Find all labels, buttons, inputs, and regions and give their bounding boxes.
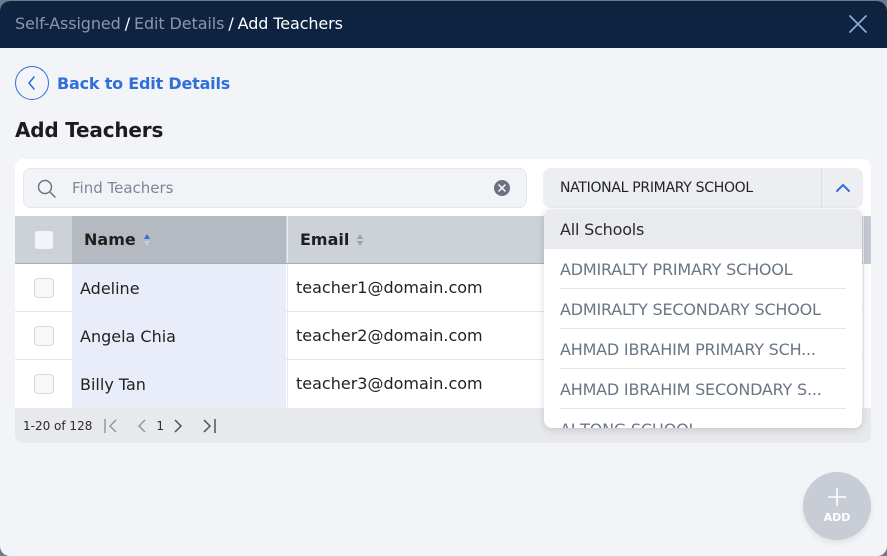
table-scrollbar[interactable] [863, 216, 871, 408]
dropdown-option[interactable]: ADMIRALTY PRIMARY SCHOOL [544, 249, 862, 289]
pagination-range: 1-20 of 128 [23, 418, 93, 433]
dropdown-option[interactable]: ADMIRALTY SECONDARY SCHOOL [544, 289, 862, 329]
select-all-checkbox[interactable] [34, 230, 53, 249]
search-input[interactable] [72, 169, 482, 207]
breadcrumb-separator: / [124, 14, 130, 33]
back-link-label[interactable]: Back to Edit Details [57, 74, 230, 93]
last-page-icon [203, 418, 216, 433]
dropdown-option[interactable]: AHMAD IBRAHIM PRIMARY SCH... [544, 329, 862, 369]
breadcrumb-edit-details[interactable]: Edit Details [134, 14, 224, 33]
chevron-left-icon [28, 76, 35, 90]
column-header-name[interactable]: Name [72, 216, 286, 263]
close-button[interactable] [847, 13, 869, 35]
previous-page-button[interactable] [136, 417, 148, 435]
header-checkbox-cell [15, 216, 72, 263]
column-header-email-label: Email [300, 230, 350, 249]
modal-header: Self-Assigned / Edit Details / Add Teachers [0, 1, 887, 48]
table-scrollbar-thumb[interactable] [864, 216, 871, 264]
plus-icon [828, 488, 846, 506]
row-checkbox-cell [15, 264, 72, 311]
row-checkbox-cell [15, 360, 72, 407]
back-button-circle[interactable] [15, 66, 49, 100]
cell-name: Adeline [72, 264, 286, 312]
column-header-name-label: Name [84, 230, 136, 249]
close-icon [849, 15, 867, 33]
dropdown-option-label: AHMAD IBRAHIM PRIMARY SCH... [560, 339, 816, 359]
page-title: Add Teachers [15, 118, 164, 142]
last-page-button[interactable] [200, 417, 218, 435]
next-page-button[interactable] [172, 417, 184, 435]
cell-name: Angela Chia [72, 312, 286, 360]
school-select-input[interactable] [560, 168, 815, 208]
back-to-edit-details-link[interactable]: Back to Edit Details [15, 66, 230, 100]
sort-icon [357, 233, 365, 247]
dropdown-option-all-schools[interactable]: All Schools [544, 209, 862, 249]
search-box [23, 168, 527, 208]
current-page-number: 1 [156, 418, 164, 433]
first-page-icon [104, 418, 117, 433]
sort-ascending-icon [143, 233, 152, 247]
school-select[interactable] [543, 168, 863, 208]
dropdown-option-label: ADMIRALTY SECONDARY SCHOOL [560, 299, 821, 319]
dropdown-option-label: ADMIRALTY PRIMARY SCHOOL [560, 259, 793, 279]
chevron-up-icon [835, 184, 850, 192]
add-button[interactable]: ADD [803, 472, 871, 540]
clear-circle-icon[interactable] [494, 180, 510, 196]
search-icon [37, 179, 56, 198]
breadcrumb-separator: / [228, 14, 234, 33]
add-button-label: ADD [823, 511, 851, 524]
dropdown-option-label: AHMAD IBRAHIM SECONDARY S... [560, 379, 822, 399]
row-checkbox[interactable] [33, 373, 54, 394]
add-teachers-modal: Self-Assigned / Edit Details / Add Teachers … [0, 1, 887, 556]
dropdown-option-label: AI TONG SCHOOL [560, 420, 697, 429]
chevron-right-icon [174, 418, 183, 433]
first-page-button[interactable] [102, 417, 120, 435]
school-dropdown-menu: All Schools ADMIRALTY PRIMARY SCHOOL ADM… [544, 209, 862, 428]
school-select-toggle[interactable] [822, 168, 863, 208]
row-checkbox[interactable] [33, 325, 54, 346]
row-checkbox[interactable] [33, 277, 54, 298]
chevron-left-icon [138, 419, 146, 432]
breadcrumb-self-assigned[interactable]: Self-Assigned [15, 14, 121, 33]
cell-name: Billy Tan [72, 360, 286, 409]
breadcrumb-current: Add Teachers [237, 14, 343, 33]
dropdown-option[interactable]: AI TONG SCHOOL [544, 409, 862, 429]
row-checkbox-cell [15, 312, 72, 359]
breadcrumb: Self-Assigned / Edit Details / Add Teachers [15, 14, 343, 33]
dropdown-option[interactable]: AHMAD IBRAHIM SECONDARY S... [544, 369, 862, 409]
